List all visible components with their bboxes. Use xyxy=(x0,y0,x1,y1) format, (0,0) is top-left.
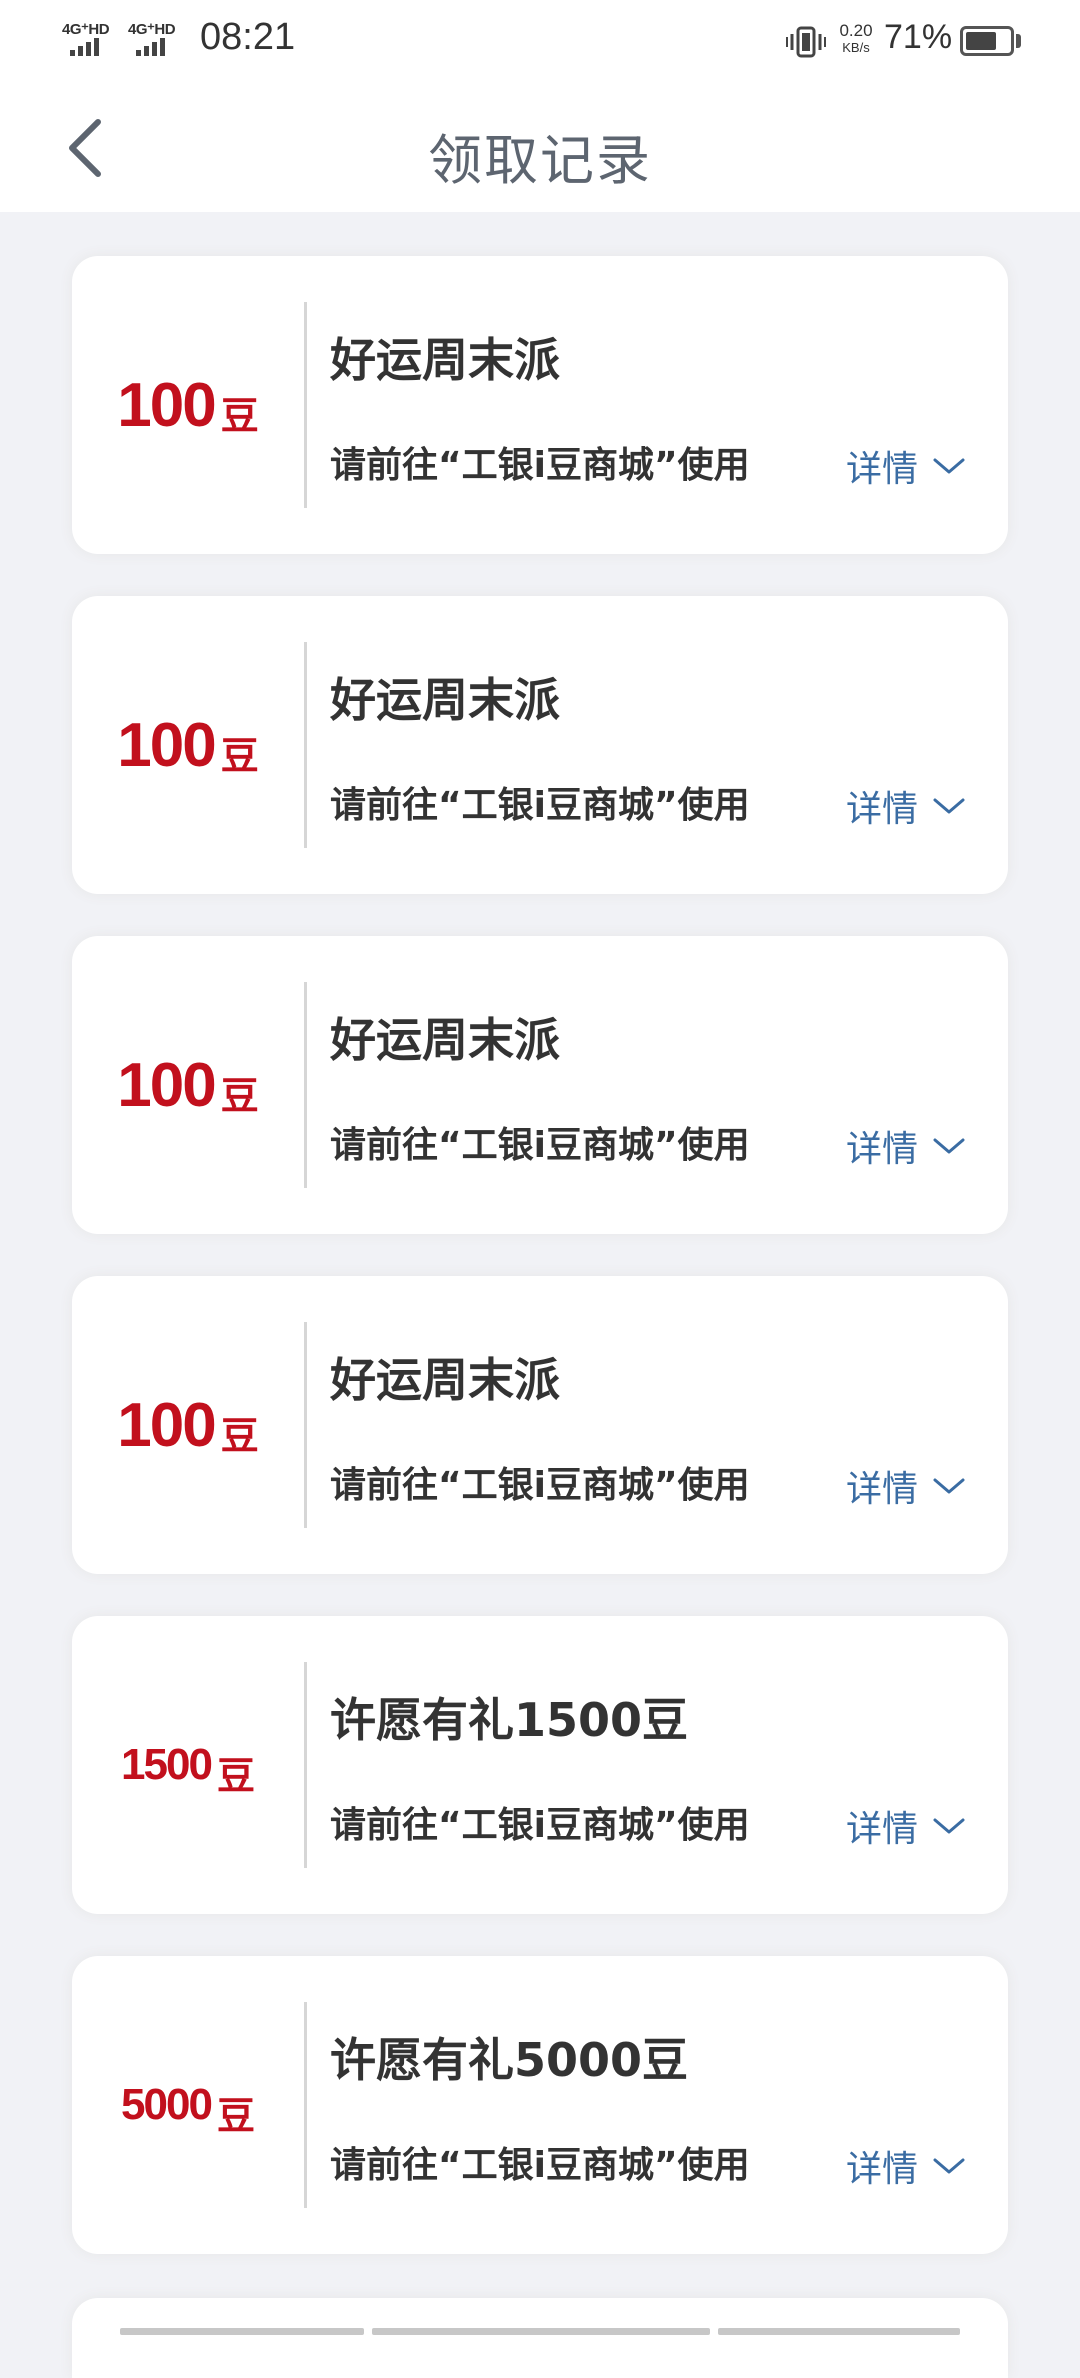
detail-toggle[interactable]: 详情 xyxy=(846,2140,966,2192)
card-divider xyxy=(304,642,307,848)
record-card[interactable]: 100 豆 好运周末派 请前往“工银i豆商城”使用 详情 xyxy=(72,1276,1008,1574)
battery-icon xyxy=(960,26,1014,56)
record-amount-unit: 豆 xyxy=(220,1413,259,1458)
status-bar: 4G⁺HD 4G⁺HD 08:21 0.20 KB/s 71% xyxy=(0,0,1080,84)
record-amount-unit: 豆 xyxy=(220,1073,259,1118)
record-title: 好运周末派 xyxy=(330,1353,560,1407)
record-amount: 100 豆 xyxy=(72,1276,304,1574)
record-title: 好运周末派 xyxy=(330,333,560,387)
card-divider xyxy=(304,302,307,508)
sim2-network-label: 4G⁺HD xyxy=(128,21,176,38)
record-list: 100 豆 好运周末派 请前往“工银i豆商城”使用 详情 100 豆 好运周末派… xyxy=(72,256,1008,2296)
nav-bar: 领取记录 xyxy=(0,84,1080,212)
record-description: 请前往“工银i豆商城”使用 xyxy=(330,445,750,486)
record-description: 请前往“工银i豆商城”使用 xyxy=(330,1805,750,1846)
card-divider xyxy=(304,982,307,1188)
record-amount-unit: 豆 xyxy=(216,2093,255,2138)
detail-label: 详情 xyxy=(846,789,919,830)
detail-label: 详情 xyxy=(846,1809,919,1850)
record-amount: 1500 豆 xyxy=(72,1616,304,1914)
detail-toggle[interactable]: 详情 xyxy=(846,440,966,492)
record-card[interactable]: 100 豆 好运周末派 请前往“工银i豆商城”使用 详情 xyxy=(72,256,1008,554)
record-description: 请前往“工银i豆商城”使用 xyxy=(330,1125,750,1166)
sim1-signal-icon: 4G⁺HD xyxy=(62,20,118,60)
chevron-down-icon xyxy=(933,1138,965,1154)
sim1-network-label: 4G⁺HD xyxy=(62,21,110,38)
record-amount: 100 豆 xyxy=(72,596,304,894)
record-amount-value: 100 xyxy=(117,710,216,780)
battery-percent: 71% xyxy=(884,18,953,56)
chevron-down-icon xyxy=(933,1818,965,1834)
battery-level-fill xyxy=(966,32,996,50)
sim2-signal-icon: 4G⁺HD xyxy=(128,20,184,60)
record-amount-value: 100 xyxy=(117,1050,216,1120)
detail-label: 详情 xyxy=(846,1469,919,1510)
record-description: 请前往“工银i豆商城”使用 xyxy=(330,1465,750,1506)
card-divider xyxy=(304,1322,307,1528)
record-card[interactable]: 5000 豆 许愿有礼5000豆 请前往“工银i豆商城”使用 详情 xyxy=(72,1956,1008,2254)
card-divider xyxy=(304,1662,307,1868)
record-amount-unit: 豆 xyxy=(216,1753,255,1798)
record-title: 好运周末派 xyxy=(330,1013,560,1067)
vibrate-icon xyxy=(786,26,826,58)
record-amount-value: 100 xyxy=(117,1390,216,1460)
record-card-partial[interactable] xyxy=(72,2298,1008,2378)
record-title: 许愿有礼5000豆 xyxy=(330,2033,689,2087)
record-amount-unit: 豆 xyxy=(220,733,259,778)
record-amount-value: 5000 xyxy=(121,2080,213,2129)
detail-label: 详情 xyxy=(846,1129,919,1170)
status-time: 08:21 xyxy=(200,16,296,58)
record-description: 请前往“工银i豆商城”使用 xyxy=(330,2145,750,2186)
network-speed-unit: KB/s xyxy=(842,40,870,55)
record-amount: 100 豆 xyxy=(72,936,304,1234)
record-card[interactable]: 100 豆 好运周末派 请前往“工银i豆商城”使用 详情 xyxy=(72,596,1008,894)
detail-label: 详情 xyxy=(846,449,919,490)
chevron-down-icon xyxy=(933,2158,965,2174)
record-description: 请前往“工银i豆商城”使用 xyxy=(330,785,750,826)
record-card[interactable]: 100 豆 好运周末派 请前往“工银i豆商城”使用 详情 xyxy=(72,936,1008,1234)
record-card[interactable]: 1500 豆 许愿有礼1500豆 请前往“工银i豆商城”使用 详情 xyxy=(72,1616,1008,1914)
placeholder-bar xyxy=(120,2328,364,2335)
card-divider xyxy=(304,2002,307,2208)
network-speed: 0.20 KB/s xyxy=(834,22,878,56)
page-title: 领取记录 xyxy=(428,129,652,192)
chevron-down-icon xyxy=(933,798,965,814)
detail-toggle[interactable]: 详情 xyxy=(846,1460,966,1512)
record-amount-unit: 豆 xyxy=(220,393,259,438)
chevron-down-icon xyxy=(933,1478,965,1494)
chevron-down-icon xyxy=(933,458,965,474)
placeholder-bar xyxy=(372,2328,710,2335)
record-amount: 5000 豆 xyxy=(72,1956,304,2254)
detail-label: 详情 xyxy=(846,2149,919,2190)
record-amount-value: 100 xyxy=(117,370,216,440)
detail-toggle[interactable]: 详情 xyxy=(846,780,966,832)
record-title: 许愿有礼1500豆 xyxy=(330,1693,689,1747)
record-amount: 100 豆 xyxy=(72,256,304,554)
battery-tip xyxy=(1016,34,1021,48)
detail-toggle[interactable]: 详情 xyxy=(846,1120,966,1172)
record-amount-value: 1500 xyxy=(121,1740,213,1789)
network-speed-value: 0.20 xyxy=(839,21,873,40)
placeholder-bar xyxy=(718,2328,960,2335)
record-title: 好运周末派 xyxy=(330,673,560,727)
detail-toggle[interactable]: 详情 xyxy=(846,1800,966,1852)
